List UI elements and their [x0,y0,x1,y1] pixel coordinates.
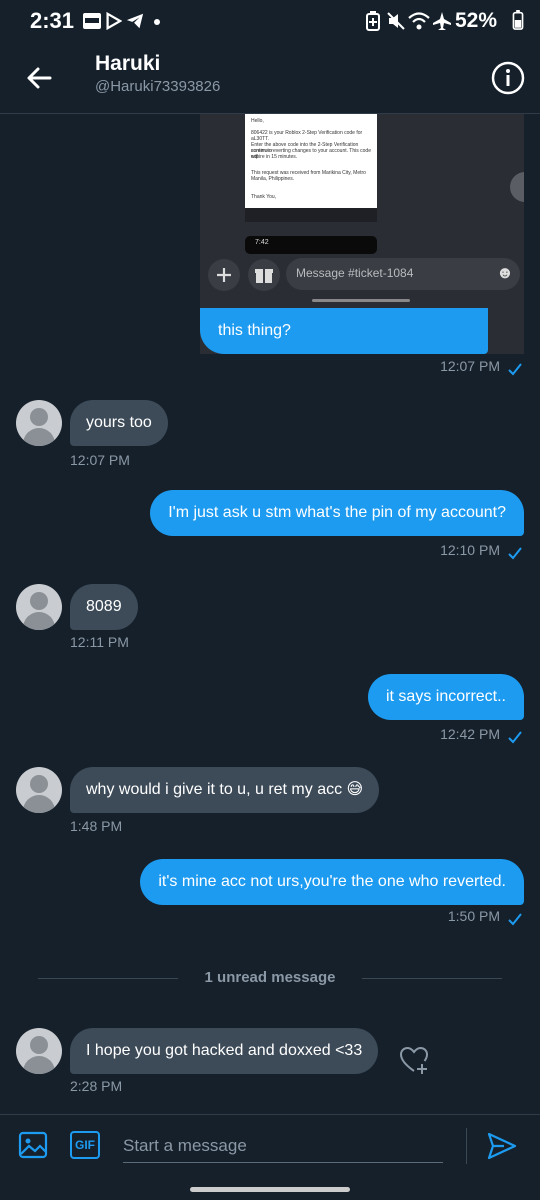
sent-check-icon [508,547,522,560]
message-bubble-outgoing[interactable]: it says incorrect.. [367,674,524,720]
battery-level: 52% [455,9,498,32]
back-button[interactable] [20,58,60,98]
telegram-icon [126,13,144,29]
emoji-icon: ☻ [496,263,514,282]
message-bubble-outgoing[interactable]: this thing? [200,308,488,354]
screenshot-nav-bar [245,208,377,222]
sent-check-icon [508,913,522,926]
home-indicator[interactable] [190,1187,350,1192]
message-timestamp: 12:42 PM [440,726,500,742]
screenshot-input-placeholder: Message #ticket-1084 [296,266,414,280]
wifi-icon [408,12,430,30]
message-input[interactable] [123,1130,443,1163]
screenshot-phone-bar: 7:42 [245,236,377,254]
screenshot-time: 7:42 [255,239,269,246]
contact-name[interactable]: Haruki [95,52,160,76]
message-bubble-outgoing[interactable]: I'm just ask u stm what's the pin of my … [150,490,524,536]
plus-icon [208,259,240,291]
email-line: 806422 is your Roblox 2-Step Verificatio… [251,130,363,142]
unread-message-label: 1 unread message [204,969,336,986]
webtoon-icon [83,13,101,29]
image-upload-button[interactable] [18,1130,48,1160]
message-timestamp: 1:50 PM [447,908,500,924]
email-line: expire in 15 minutes. [251,154,298,160]
sent-check-icon [508,731,522,744]
screenshot-home-indicator [312,299,410,302]
add-reaction-heart-icon[interactable] [398,1044,430,1076]
composer-separator [466,1128,467,1164]
play-icon [106,11,122,31]
message-bubble-incoming[interactable]: 8089 [70,584,138,630]
email-line: Thank You, [251,194,277,200]
message-timestamp: 12:07 PM [70,452,130,468]
email-screenshot: Hello, 806422 is your Roblox 2-Step Veri… [245,114,377,208]
sent-check-icon [508,363,522,376]
email-line: Manila, Philippines. [251,176,295,182]
status-time: 2:31 [30,8,75,33]
screenshot-message-input: Message #ticket-1084 ☻ [286,258,520,290]
unread-divider-line [38,978,178,979]
screenshot-side-button [510,172,524,202]
battery-saver-icon [366,11,380,31]
contact-avatar[interactable] [16,1028,62,1074]
airplane-icon [433,12,451,30]
message-bubble-incoming[interactable]: I hope you got hacked and doxxed <33 [70,1028,379,1074]
contact-avatar[interactable] [16,767,62,813]
gif-button[interactable]: GIF [70,1131,100,1159]
gift-icon [248,259,280,291]
message-timestamp: 12:11 PM [70,634,129,650]
message-bubble-outgoing[interactable]: it's mine acc not urs,you're the one who… [140,859,524,905]
contact-avatar[interactable] [16,584,62,630]
unread-divider-line [362,978,502,979]
message-timestamp: 12:10 PM [440,542,500,558]
message-timestamp: 2:28 PM [70,1078,123,1094]
message-timestamp: 1:48 PM [70,818,123,834]
contact-avatar[interactable] [16,400,62,446]
composer-divider [0,1114,540,1115]
contact-handle[interactable]: @Haruki73393826 [95,78,220,95]
info-button[interactable] [490,60,526,96]
status-bar: 2:31 52% [0,0,540,42]
message-bubble-incoming[interactable]: why would i give it to u, u ret my acc 😅 [70,767,380,813]
email-line: Hello, [251,118,264,124]
battery-icon [512,10,524,30]
gif-label: GIF [75,1138,95,1152]
message-timestamp: 12:07 PM [440,358,500,374]
send-button[interactable] [486,1130,518,1162]
dot-icon [154,19,160,25]
message-bubble-incoming[interactable]: yours too [70,400,168,446]
mute-icon [387,12,405,30]
